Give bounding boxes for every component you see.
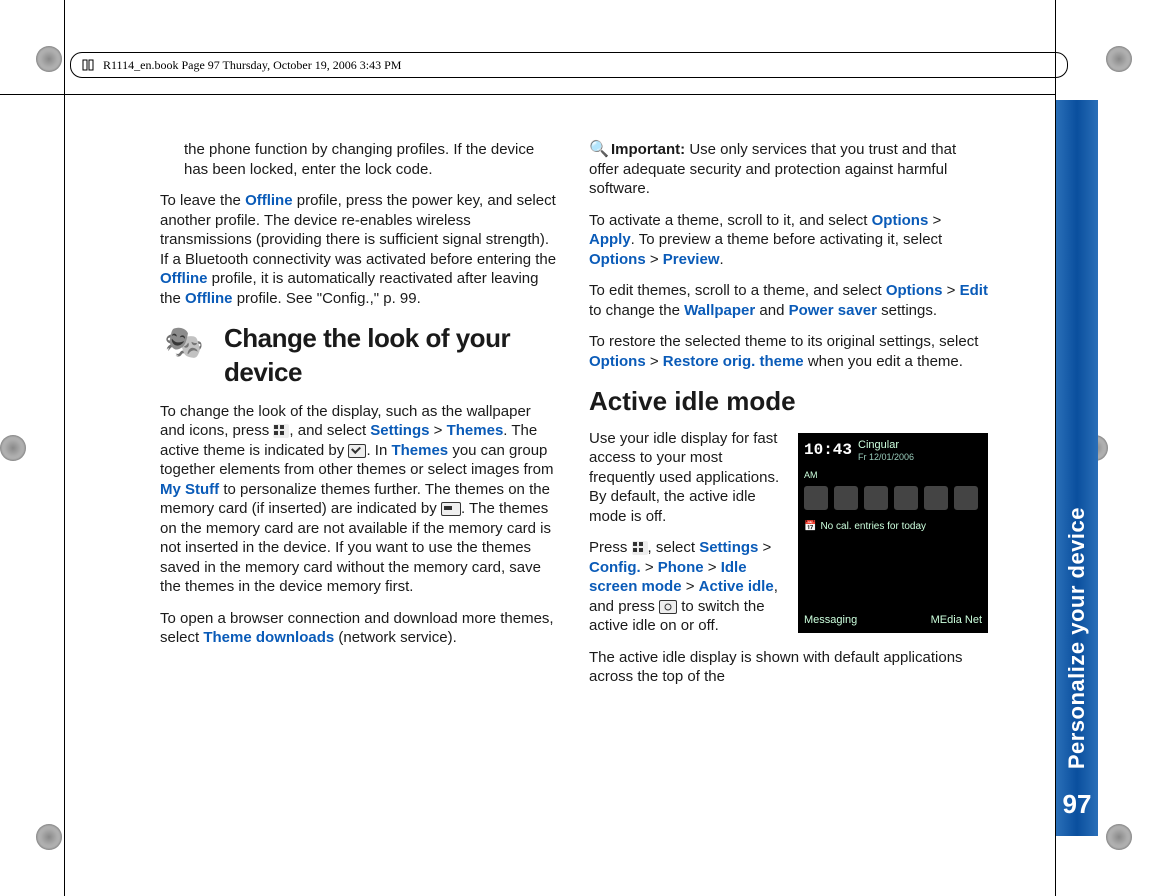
link-apply: Apply (589, 231, 631, 248)
heading-active-idle: Active idle mode (589, 385, 988, 419)
side-tab: Personalize your device 97 (1056, 100, 1098, 836)
screenshot-softkeys: Messaging MEdia Net (798, 609, 988, 633)
app-icon (864, 486, 888, 510)
content-area: the phone function by changing profiles.… (160, 140, 988, 816)
screenshot-operator: Cingular (858, 438, 914, 452)
link-phone: Phone (658, 559, 704, 576)
paragraph: To change the look of the display, such … (160, 402, 559, 597)
column-right: 🔍Important: Use only services that you t… (589, 140, 988, 816)
app-icon (894, 486, 918, 510)
link-themes: Themes (447, 422, 504, 439)
crop-line (64, 0, 65, 896)
screenshot-ampm: AM (804, 470, 818, 480)
crop-mark-icon (36, 46, 62, 72)
crop-line (0, 94, 1056, 95)
menu-key-icon (273, 424, 289, 438)
screenshot-date: Fr 12/01/2006 (858, 452, 914, 464)
screenshot-app-row (798, 482, 988, 514)
app-icon (924, 486, 948, 510)
header-text: R1114_en.book Page 97 Thursday, October … (103, 58, 401, 73)
framemaker-header: R1114_en.book Page 97 Thursday, October … (70, 52, 1068, 78)
scroll-key-icon (659, 600, 677, 614)
link-restore-theme: Restore orig. theme (663, 353, 804, 370)
link-mystuff: My Stuff (160, 481, 219, 498)
paragraph: To edit themes, scroll to a theme, and s… (589, 281, 988, 320)
paragraph: The active idle display is shown with de… (589, 648, 988, 687)
screenshot-topbar: 10:43 Cingular Fr 12/01/2006 (798, 433, 988, 469)
paragraph: To open a browser connection and downloa… (160, 609, 559, 648)
link-config: Config. (589, 559, 641, 576)
phone-screenshot: 10:43 Cingular Fr 12/01/2006 AM 📅No cal.… (798, 433, 988, 633)
paragraph: To leave the Offline profile, press the … (160, 191, 559, 308)
heading-change-look: 🎭 Change the look of your device (160, 322, 559, 390)
paragraph: the phone function by changing profiles.… (160, 140, 559, 179)
memory-card-icon (441, 502, 461, 516)
link-settings: Settings (370, 422, 429, 439)
link-theme-downloads: Theme downloads (203, 629, 334, 646)
crop-mark-icon (1106, 46, 1132, 72)
link-active-idle: Active idle (699, 578, 774, 595)
important-icon: 🔍 (589, 140, 607, 158)
link-options: Options (589, 251, 646, 268)
themes-masks-icon: 🎭 (160, 322, 208, 362)
book-icon (81, 58, 95, 72)
app-icon (834, 486, 858, 510)
crop-mark-icon (1106, 824, 1132, 850)
link-edit: Edit (960, 282, 988, 299)
page: R1114_en.book Page 97 Thursday, October … (0, 0, 1168, 896)
important-note: 🔍Important: Use only services that you t… (589, 140, 988, 199)
link-options: Options (589, 353, 646, 370)
link-preview: Preview (663, 251, 720, 268)
link-settings: Settings (699, 539, 758, 556)
paragraph: To activate a theme, scroll to it, and s… (589, 211, 988, 270)
link-powersaver: Power saver (789, 302, 877, 319)
softkey-right: MEdia Net (931, 613, 982, 627)
crop-mark-icon (36, 824, 62, 850)
link-offline: Offline (160, 270, 208, 287)
link-offline: Offline (185, 290, 233, 307)
softkey-left: Messaging (804, 613, 857, 627)
link-themes: Themes (391, 442, 448, 459)
page-number: 97 (1063, 789, 1092, 820)
screenshot-calendar-msg: 📅No cal. entries for today (798, 514, 988, 539)
menu-key-icon (632, 541, 648, 555)
link-wallpaper: Wallpaper (684, 302, 755, 319)
link-options: Options (886, 282, 943, 299)
checkmark-icon (348, 444, 366, 458)
app-icon (954, 486, 978, 510)
important-label: Important: (611, 141, 685, 158)
section-title: Personalize your device (1064, 507, 1090, 769)
column-left: the phone function by changing profiles.… (160, 140, 559, 816)
paragraph: To restore the selected theme to its ori… (589, 332, 988, 371)
link-offline: Offline (245, 192, 293, 209)
app-icon (804, 486, 828, 510)
screenshot-clock: 10:43 (804, 440, 852, 461)
link-options: Options (872, 212, 929, 229)
crop-mark-icon (0, 435, 26, 461)
